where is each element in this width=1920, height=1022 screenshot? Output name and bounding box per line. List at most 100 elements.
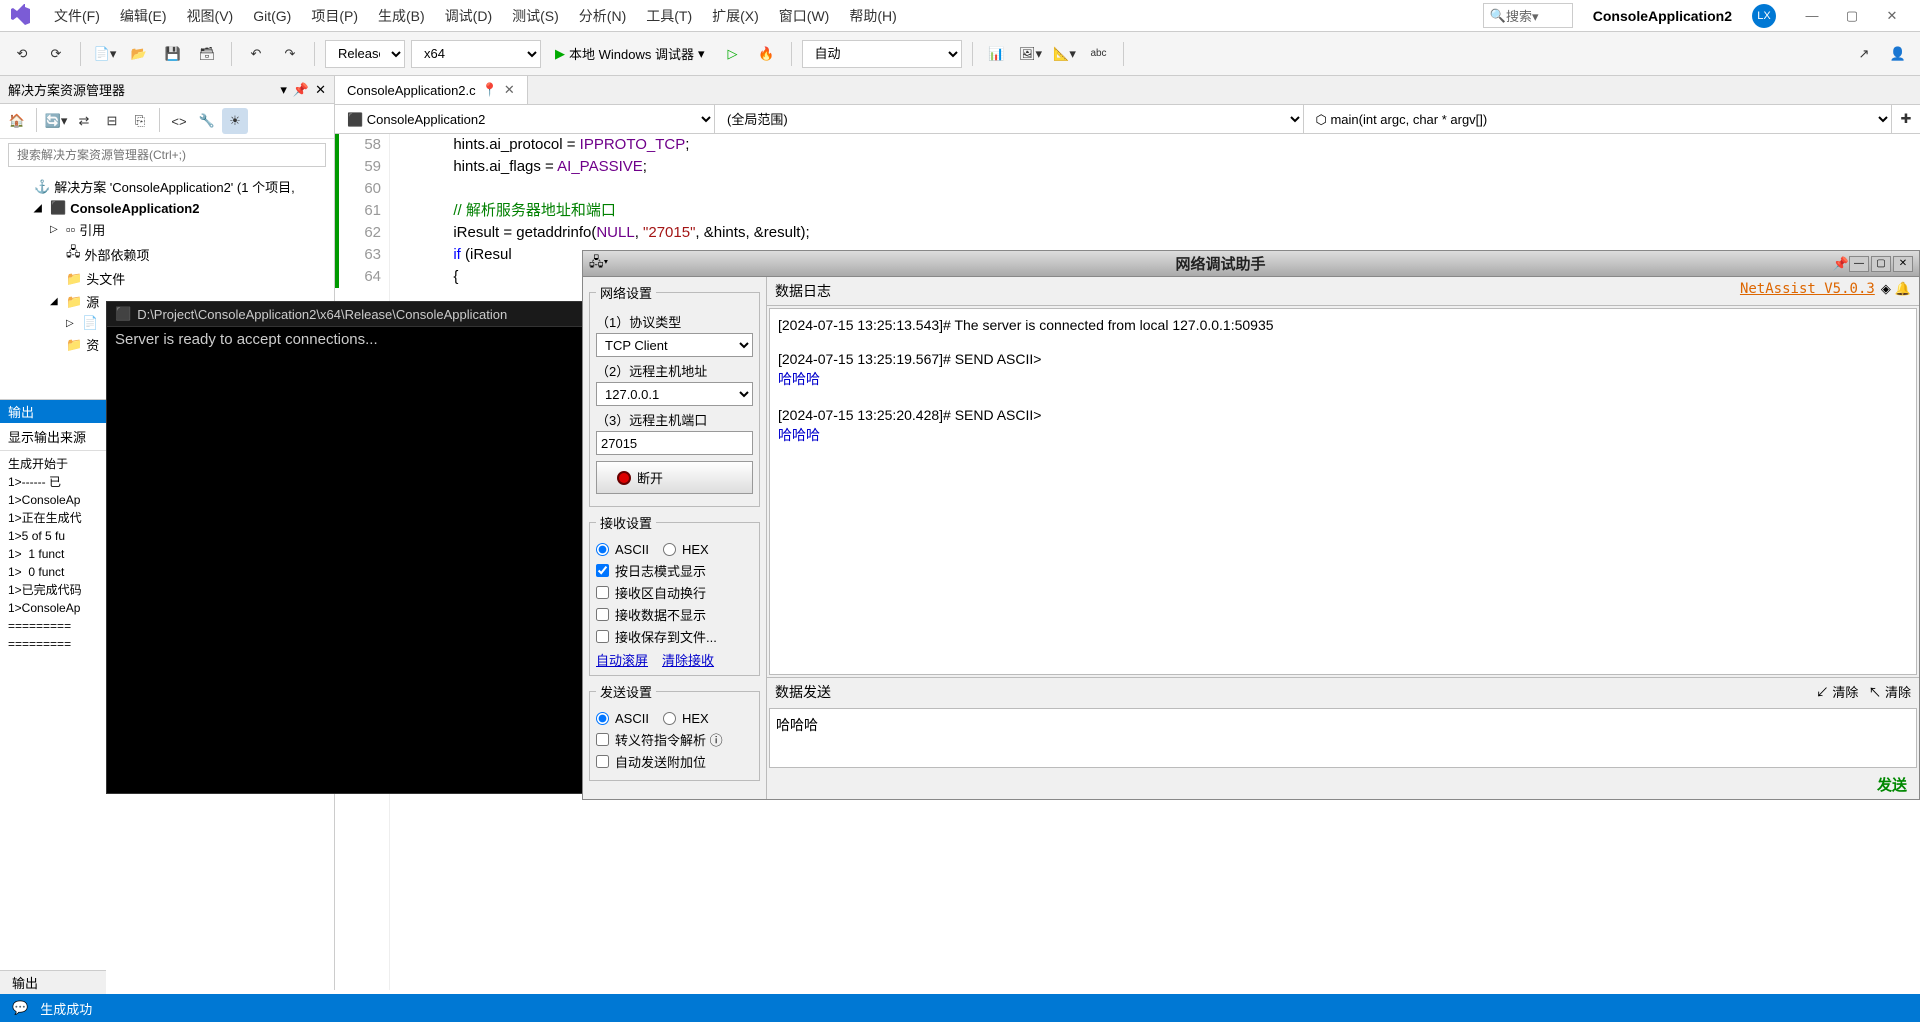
log-mode-check[interactable]: 按日志模式显示 — [596, 561, 753, 580]
recv-settings-group: 接收设置 ASCII HEX 按日志模式显示 接收区自动换行 接收数据不显示 接… — [589, 513, 760, 676]
netassist-titlebar[interactable]: 🖧▾ 网络调试助手 📌 — ▢ ✕ — [583, 251, 1919, 277]
send-hex-radio[interactable]: HEX — [663, 711, 709, 726]
menu-help[interactable]: 帮助(H) — [839, 2, 906, 30]
nav-fwd-button[interactable]: ⟳ — [42, 40, 70, 68]
hot-reload-button[interactable]: 🔥 — [753, 40, 781, 68]
menu-extensions[interactable]: 扩展(X) — [702, 2, 769, 30]
port-input[interactable] — [596, 431, 753, 455]
output-tab[interactable]: 输出 — [0, 970, 106, 994]
global-search[interactable]: 🔍 搜索▾ — [1483, 3, 1573, 28]
menu-build[interactable]: 生成(B) — [368, 2, 435, 30]
tb-icon-1[interactable]: 📊 — [983, 40, 1011, 68]
clear-send-down[interactable]: ↙ 清除 — [1816, 682, 1859, 702]
solution-search-input[interactable] — [8, 143, 326, 167]
se-code-icon[interactable]: <> — [166, 108, 192, 134]
save-button[interactable]: 💾 — [159, 40, 187, 68]
netassist-version[interactable]: NetAssist V5.0.3 — [1740, 281, 1875, 301]
minimize-button[interactable]: — — [1792, 2, 1832, 30]
menu-file[interactable]: 文件(F) — [44, 2, 110, 30]
se-collapse-icon[interactable]: ⊟ — [99, 108, 125, 134]
external-deps-node[interactable]: 🖧 外部依赖项 — [0, 241, 334, 267]
menu-view[interactable]: 视图(V) — [177, 2, 244, 30]
se-copy-icon[interactable]: ⎘ — [127, 108, 153, 134]
na-pin-icon[interactable]: 📌 — [1833, 256, 1849, 272]
na-gem-icon[interactable]: ◈ — [1881, 281, 1891, 301]
tab-close-icon[interactable]: ✕ — [504, 82, 515, 98]
redo-button[interactable]: ↷ — [276, 40, 304, 68]
auto-wrap-check[interactable]: 接收区自动换行 — [596, 583, 753, 602]
menu-edit[interactable]: 编辑(E) — [110, 2, 177, 30]
se-home-icon[interactable]: 🏠 — [4, 108, 30, 134]
send-textarea[interactable]: 哈哈哈 — [769, 708, 1917, 768]
tb-icon-2[interactable]: 🖼▾ — [1017, 40, 1045, 68]
host-select[interactable]: 127.0.0.1 — [596, 382, 753, 406]
close-button[interactable]: ✕ — [1872, 2, 1912, 30]
na-close-button[interactable]: ✕ — [1893, 256, 1913, 272]
headers-node[interactable]: 📁 头文件 — [0, 267, 334, 290]
send-button[interactable]: 发送 — [1877, 774, 1907, 795]
solution-root[interactable]: ⚓ 解决方案 'ConsoleApplication2' (1 个项目, — [0, 175, 334, 198]
tb-icon-abc[interactable]: abc — [1085, 40, 1113, 68]
start-debug-button[interactable]: ▶本地 Windows 调试器 ▾ — [547, 40, 713, 68]
nav-function-select[interactable]: ⬡ main(int argc, char * argv[]) — [1304, 105, 1893, 133]
netassist-sidebar: 网络设置 （1）协议类型 TCP Client （2）远程主机地址 127.0.… — [583, 277, 767, 799]
user-badge[interactable]: LX — [1752, 4, 1776, 28]
close-panel-icon[interactable]: ✕ — [315, 82, 326, 98]
send-ascii-radio[interactable]: ASCII — [596, 711, 649, 726]
menu-window[interactable]: 窗口(W) — [769, 2, 840, 30]
se-preview-icon[interactable]: ☀ — [222, 108, 248, 134]
console-title-bar[interactable]: ⬛ D:\Project\ConsoleApplication2\x64\Rel… — [107, 302, 582, 327]
auto-scroll-link[interactable]: 自动滚屏 — [596, 650, 648, 669]
se-sync-icon[interactable]: ⇄ — [71, 108, 97, 134]
save-file-check[interactable]: 接收保存到文件... — [596, 627, 753, 646]
pin-icon[interactable]: 📌 — [293, 82, 309, 98]
platform-select[interactable]: x64 — [411, 40, 541, 68]
host-label: （2）远程主机地址 — [596, 361, 753, 380]
nav-project-select[interactable]: ⬛ ConsoleApplication2 — [335, 105, 715, 133]
references-node[interactable]: ▷▫▫ 引用 — [0, 218, 334, 241]
se-refresh-icon[interactable]: 🔄▾ — [43, 108, 69, 134]
split-editor-icon[interactable]: ✚ — [1892, 105, 1920, 133]
save-all-button[interactable]: 🗃 — [193, 40, 221, 68]
recv-ascii-radio[interactable]: ASCII — [596, 542, 649, 557]
editor-tab[interactable]: ConsoleApplication2.c 📍 ✕ — [335, 76, 528, 104]
se-wrench-icon[interactable]: 🔧 — [194, 108, 220, 134]
nav-back-button[interactable]: ⟲ — [8, 40, 36, 68]
tab-pin-icon[interactable]: 📍 — [482, 82, 498, 98]
recv-hex-radio[interactable]: HEX — [663, 542, 709, 557]
tab-label: ConsoleApplication2.c — [347, 83, 476, 98]
undo-button[interactable]: ↶ — [242, 40, 270, 68]
dropdown-icon[interactable]: ▾ — [280, 82, 287, 98]
feedback-icon[interactable]: 💬 — [12, 1000, 28, 1016]
new-item-button[interactable]: 📄▾ — [91, 40, 119, 68]
menu-debug[interactable]: 调试(D) — [435, 2, 502, 30]
menu-analyze[interactable]: 分析(N) — [569, 2, 636, 30]
maximize-button[interactable]: ▢ — [1832, 2, 1872, 30]
protocol-select[interactable]: TCP Client — [596, 333, 753, 357]
menu-git[interactable]: Git(G) — [243, 4, 301, 28]
share-icon[interactable]: ↗ — [1850, 40, 1878, 68]
menu-tools[interactable]: 工具(T) — [636, 2, 702, 30]
editor-tabs: ConsoleApplication2.c 📍 ✕ — [335, 76, 1920, 105]
escape-check[interactable]: 转义符指令解析 ⓘ — [596, 730, 753, 749]
menu-test[interactable]: 测试(S) — [502, 2, 569, 30]
project-node[interactable]: ◢⬛ ConsoleApplication2 — [0, 198, 334, 218]
na-minimize-button[interactable]: — — [1849, 256, 1869, 272]
clear-send-up[interactable]: ↖ 清除 — [1868, 682, 1911, 702]
nav-scope-select[interactable]: (全局范围) — [715, 105, 1304, 133]
na-bell-icon[interactable]: 🔔 — [1895, 281, 1911, 301]
account-icon[interactable]: 👤 — [1884, 40, 1912, 68]
menu-project[interactable]: 项目(P) — [301, 2, 368, 30]
hide-recv-check[interactable]: 接收数据不显示 — [596, 605, 753, 624]
na-maximize-button[interactable]: ▢ — [1871, 256, 1891, 272]
config-select[interactable]: Release — [325, 40, 405, 68]
tb-icon-3[interactable]: 📐▾ — [1051, 40, 1079, 68]
start-nodebug-button[interactable]: ▷ — [719, 40, 747, 68]
auto-append-check[interactable]: 自动发送附加位 — [596, 752, 753, 771]
data-log-body[interactable]: [2024-07-15 13:25:13.543]# The server is… — [769, 308, 1917, 675]
clear-recv-link[interactable]: 清除接收 — [662, 650, 714, 669]
console-window: ⬛ D:\Project\ConsoleApplication2\x64\Rel… — [106, 301, 583, 794]
auto-select[interactable]: 自动 — [802, 40, 962, 68]
disconnect-button[interactable]: 断开 — [596, 461, 753, 494]
open-button[interactable]: 📂 — [125, 40, 153, 68]
